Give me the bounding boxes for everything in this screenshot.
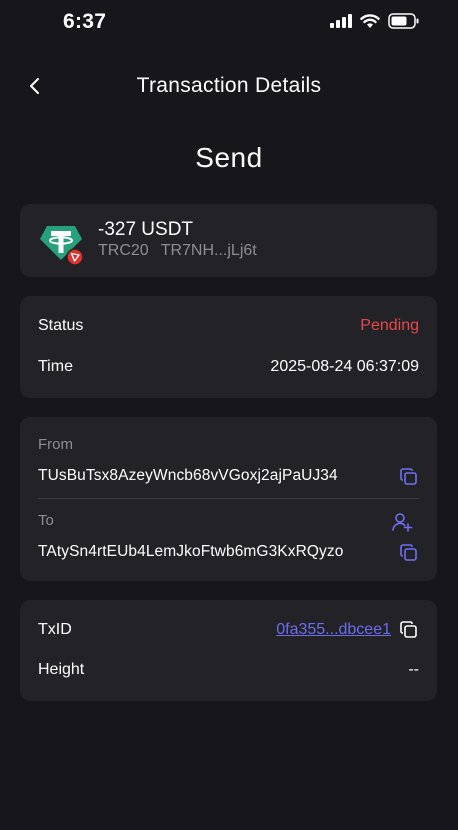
status-label: Status	[38, 317, 84, 334]
status-row: Status Pending	[38, 317, 419, 335]
nav-header: Transaction Details	[0, 66, 458, 106]
from-address: TUsBuTsx8AzeyWncb68vVGoxj2ajPaUJ34	[38, 467, 338, 484]
to-label: To	[38, 512, 54, 529]
usdt-token-icon	[40, 226, 84, 266]
from-label: From	[38, 436, 73, 453]
status-time: 6:37	[63, 10, 107, 33]
asset-amount: -327 USDT	[98, 219, 194, 240]
height-row: Height --	[38, 661, 419, 679]
add-contact-icon[interactable]	[391, 511, 413, 533]
txid-link[interactable]: 0fa355...dbcee1	[276, 621, 391, 639]
divider	[38, 498, 419, 499]
battery-icon	[388, 13, 419, 29]
status-value: Pending	[360, 317, 419, 334]
address-card: From TUsBuTsx8AzeyWncb68vVGoxj2ajPaUJ34 …	[20, 417, 437, 581]
time-label: Time	[38, 358, 73, 375]
copy-from-icon[interactable]	[399, 467, 419, 487]
height-value: --	[408, 661, 419, 678]
network-label: TRC20	[98, 242, 149, 259]
copy-txid-icon[interactable]	[399, 620, 419, 640]
status-bar: 6:37	[0, 0, 458, 44]
status-icons	[330, 13, 420, 29]
txid-group: 0fa355...dbcee1	[276, 620, 419, 640]
txid-label: TxID	[38, 621, 72, 638]
status-card: Status Pending Time 2025-08-24 06:37:09	[20, 296, 437, 398]
tx-card: TxID 0fa355...dbcee1 Height --	[20, 600, 437, 701]
asset-card: -327 USDT TRC20 TR7NH...jLj6t	[20, 204, 437, 277]
contract-address-short: TR7NH...jLj6t	[160, 242, 257, 259]
to-address: TAtySn4rtEUb4LemJkoFtwb6mG3KxRQyzo	[38, 543, 344, 560]
txid-row: TxID 0fa355...dbcee1	[38, 620, 419, 640]
wifi-icon	[360, 13, 380, 28]
asset-meta: TRC20 TR7NH...jLj6t	[98, 242, 257, 260]
page-title: Transaction Details	[136, 74, 322, 97]
time-row: Time 2025-08-24 06:37:09	[38, 358, 419, 376]
time-value: 2025-08-24 06:37:09	[270, 358, 419, 375]
signal-icon	[330, 14, 352, 28]
height-label: Height	[38, 661, 85, 678]
transaction-type-heading: Send	[195, 142, 263, 173]
copy-to-icon[interactable]	[399, 543, 419, 563]
